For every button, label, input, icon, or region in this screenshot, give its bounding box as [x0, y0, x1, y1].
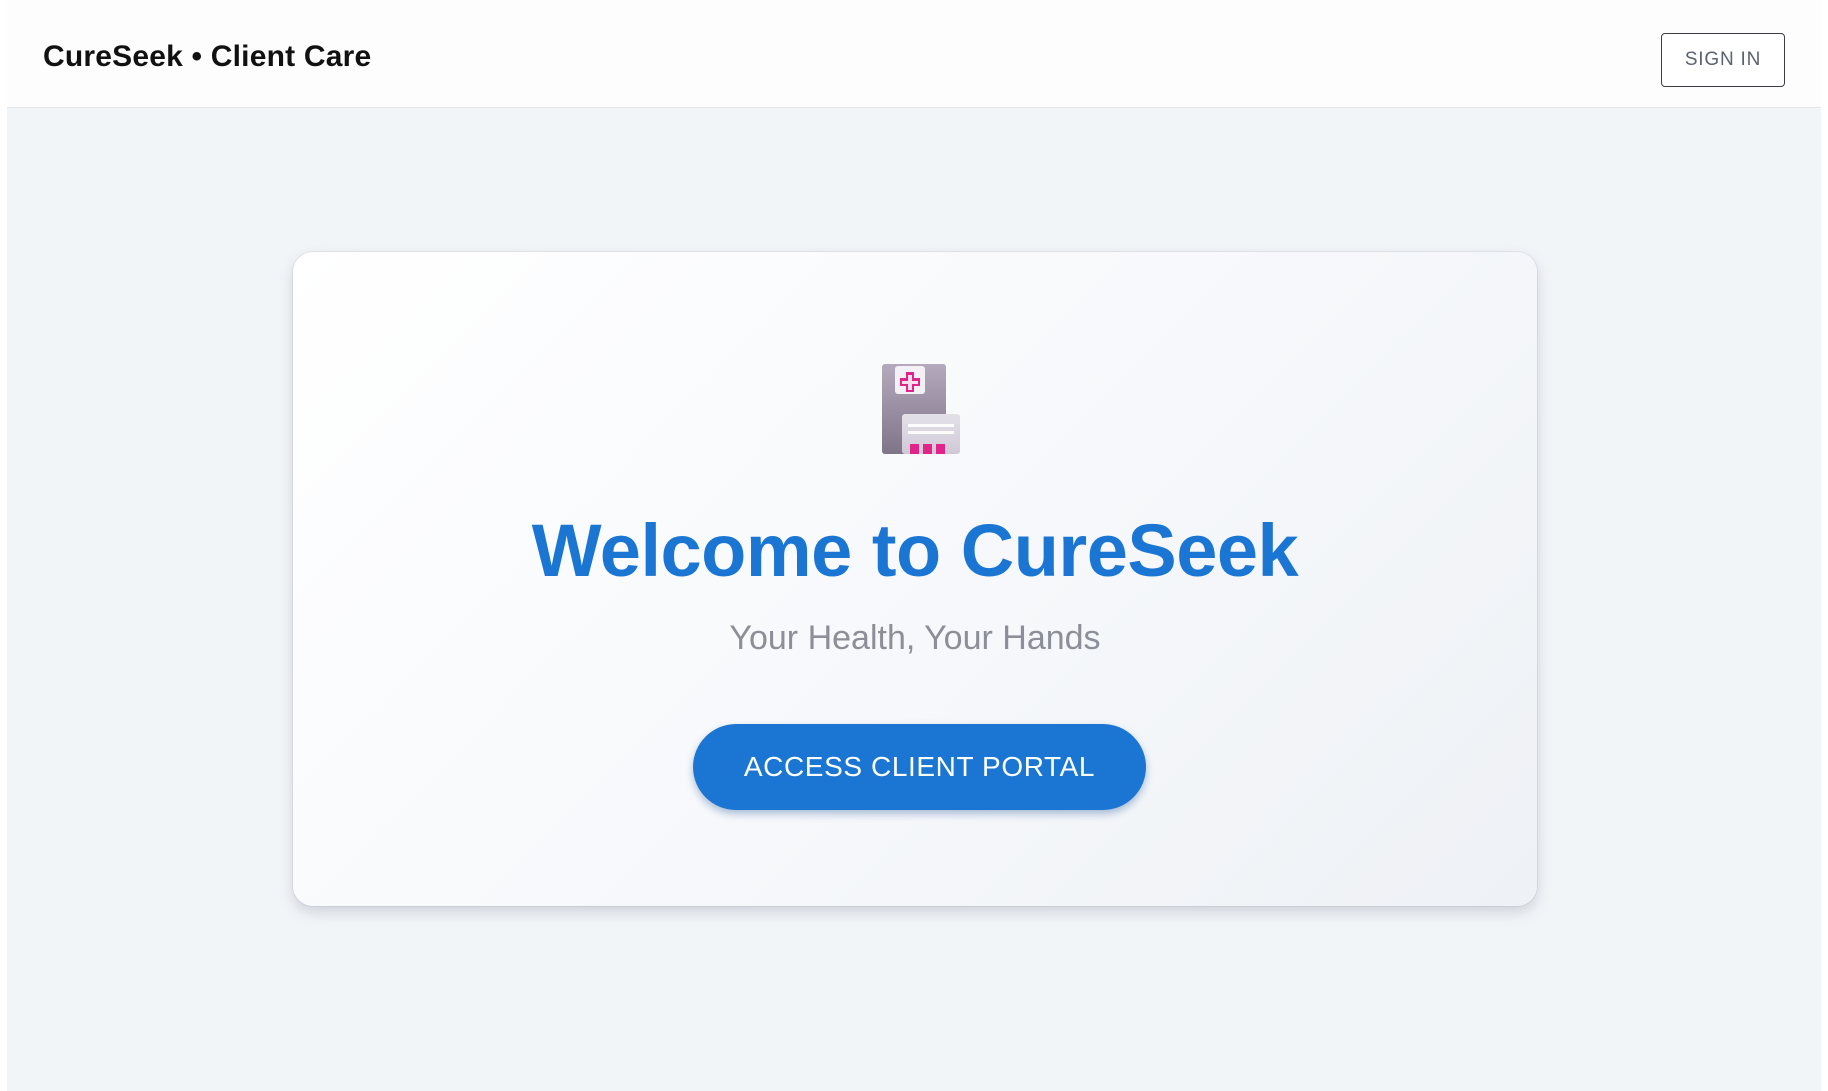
brand-title: CureSeek • Client Care: [43, 40, 372, 73]
access-client-portal-button[interactable]: ACCESS CLIENT PORTAL: [693, 724, 1146, 810]
page-background: CureSeek • Client Care SIGN IN Welcome t…: [7, 0, 1821, 1091]
welcome-subtitle: Your Health, Your Hands: [729, 619, 1101, 657]
hospital-icon: [882, 364, 960, 454]
welcome-title: Welcome to CureSeek: [531, 509, 1299, 592]
sign-in-button[interactable]: SIGN IN: [1661, 33, 1785, 87]
top-bar: CureSeek • Client Care SIGN IN: [7, 0, 1821, 108]
welcome-card: Welcome to CureSeek Your Health, Your Ha…: [293, 252, 1537, 906]
